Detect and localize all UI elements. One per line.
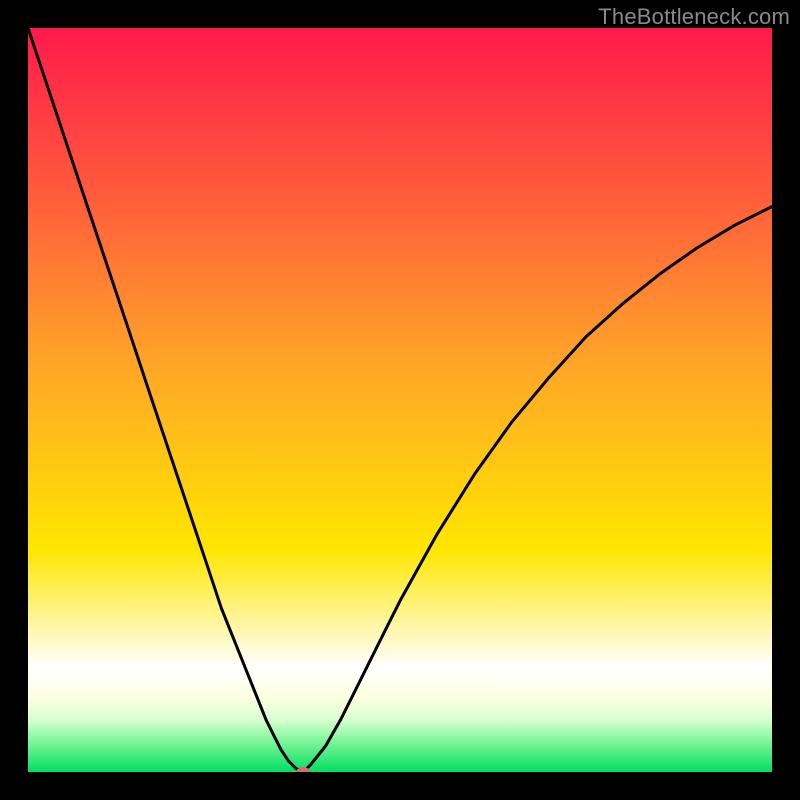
gradient-background — [28, 28, 772, 772]
bottleneck-chart — [28, 28, 772, 772]
outer-frame: TheBottleneck.com — [0, 0, 800, 800]
plot-container — [28, 28, 772, 772]
watermark-text: TheBottleneck.com — [598, 4, 790, 30]
